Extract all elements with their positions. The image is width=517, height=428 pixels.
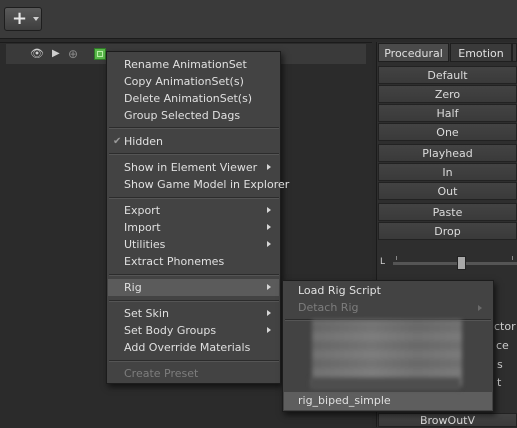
target-icon[interactable]: ⊕ — [68, 44, 78, 64]
out-button[interactable]: Out — [378, 182, 517, 200]
menu-item-label: Import — [124, 221, 161, 234]
submenu-arrow-icon — [267, 207, 271, 213]
submenu-arrow-icon — [267, 327, 271, 333]
menu-item-group-selected-dags[interactable]: Group Selected Dags — [108, 107, 279, 124]
menu-item-label: Show in Element Viewer — [124, 161, 258, 174]
blurred-rig-list — [312, 320, 462, 386]
menu-item-label: Rig — [124, 281, 142, 294]
submenu-arrow-icon — [478, 305, 482, 311]
menu-item-delete-animationset[interactable]: Delete AnimationSet(s) — [108, 90, 279, 107]
menu-item-label: Set Skin — [124, 307, 169, 320]
browoutv-button[interactable]: BrowOutV — [378, 413, 517, 427]
menu-item-utilities[interactable]: Utilities — [108, 236, 279, 253]
cube-icon — [94, 48, 106, 60]
menu-item-label: Show Game Model in Explorer — [124, 178, 290, 191]
menu-separator — [109, 360, 279, 362]
menu-item-label: rig_biped_simple — [298, 394, 391, 407]
menu-separator — [109, 153, 279, 155]
blend-slider-track[interactable] — [393, 262, 517, 265]
top-toolbar — [0, 0, 517, 39]
partial-label: t — [497, 376, 502, 389]
menu-item-show-game-model[interactable]: Show Game Model in Explorer — [108, 176, 289, 193]
slider-label: L — [380, 257, 386, 267]
menu-item-label: Add Override Materials — [124, 341, 251, 354]
paste-button[interactable]: Paste — [378, 203, 517, 221]
eye-icon[interactable]: 👁 — [30, 44, 44, 64]
checkmark-icon: ✔ — [113, 136, 122, 147]
menu-separator — [109, 197, 279, 199]
zero-button[interactable]: Zero — [378, 85, 517, 103]
menu-item-rig[interactable]: Rig — [108, 279, 279, 296]
drop-button[interactable]: Drop — [378, 222, 517, 240]
context-menu: Rename AnimationSet Copy AnimationSet(s)… — [106, 51, 289, 384]
menu-item-rename-animationset[interactable]: Rename AnimationSet — [108, 56, 279, 73]
menu-item-label: Utilities — [124, 238, 166, 251]
submenu-item-detach-rig: Detach Rig — [284, 299, 492, 317]
menu-separator — [109, 127, 279, 129]
menu-item-label: Detach Rig — [298, 301, 359, 314]
submenu-arrow-icon — [267, 164, 271, 170]
submenu-arrow-icon — [267, 241, 271, 247]
menu-separator — [109, 300, 279, 302]
tab-procedural[interactable]: Procedural — [378, 43, 449, 62]
submenu-item-rig-biped-simple[interactable]: rig_biped_simple — [284, 392, 492, 410]
menu-item-add-override-materials[interactable]: Add Override Materials — [108, 339, 279, 356]
partial-label: ce — [496, 339, 509, 352]
add-button[interactable]: + — [4, 7, 42, 31]
menu-item-label: Group Selected Dags — [124, 109, 241, 122]
menu-item-import[interactable]: Import — [108, 219, 279, 236]
menu-item-set-skin[interactable]: Set Skin — [108, 305, 279, 322]
menu-item-show-in-element-viewer[interactable]: Show in Element Viewer — [108, 159, 279, 176]
menu-item-label: Hidden — [124, 135, 164, 148]
tab-emotion[interactable]: Emotion — [450, 43, 512, 62]
submenu-item-load-rig-script[interactable]: Load Rig Script — [284, 282, 492, 300]
in-button[interactable]: In — [378, 163, 517, 181]
menu-item-label: Load Rig Script — [298, 284, 381, 297]
tab-overflow[interactable] — [512, 43, 517, 62]
plus-icon: + — [12, 8, 28, 29]
blend-slider-thumb[interactable] — [457, 256, 466, 270]
menu-item-hidden[interactable]: ✔ Hidden — [108, 133, 279, 150]
half-button[interactable]: Half — [378, 104, 517, 122]
default-button[interactable]: Default — [378, 66, 517, 84]
blurred-rig-list — [310, 378, 460, 390]
menu-item-label: Set Body Groups — [124, 324, 217, 337]
menu-item-create-preset: Create Preset — [108, 365, 279, 382]
submenu-arrow-icon — [267, 224, 271, 230]
menu-item-copy-animationset[interactable]: Copy AnimationSet(s) — [108, 73, 279, 90]
submenu-arrow-icon — [267, 284, 271, 290]
menu-item-label: Delete AnimationSet(s) — [124, 92, 253, 105]
one-button[interactable]: One — [378, 123, 517, 141]
menu-item-label: Export — [124, 204, 161, 217]
menu-item-label: Copy AnimationSet(s) — [124, 75, 244, 88]
menu-item-label: Create Preset — [124, 367, 199, 380]
menu-item-export[interactable]: Export — [108, 202, 279, 219]
playhead-button[interactable]: Playhead — [378, 144, 517, 162]
menu-item-set-body-groups[interactable]: Set Body Groups — [108, 322, 279, 339]
menu-item-extract-phonemes[interactable]: Extract Phonemes — [108, 253, 279, 270]
pointer-icon[interactable]: ▶ — [52, 44, 60, 64]
menu-item-label: Rename AnimationSet — [124, 58, 247, 71]
submenu-arrow-icon — [267, 310, 271, 316]
slider-tick — [512, 256, 513, 260]
menu-separator — [109, 274, 279, 276]
partial-label: s — [497, 358, 503, 371]
chevron-down-icon — [33, 17, 39, 21]
partial-label: ctor — [494, 320, 516, 333]
slider-tick — [396, 256, 397, 260]
menu-item-label: Extract Phonemes — [124, 255, 225, 268]
